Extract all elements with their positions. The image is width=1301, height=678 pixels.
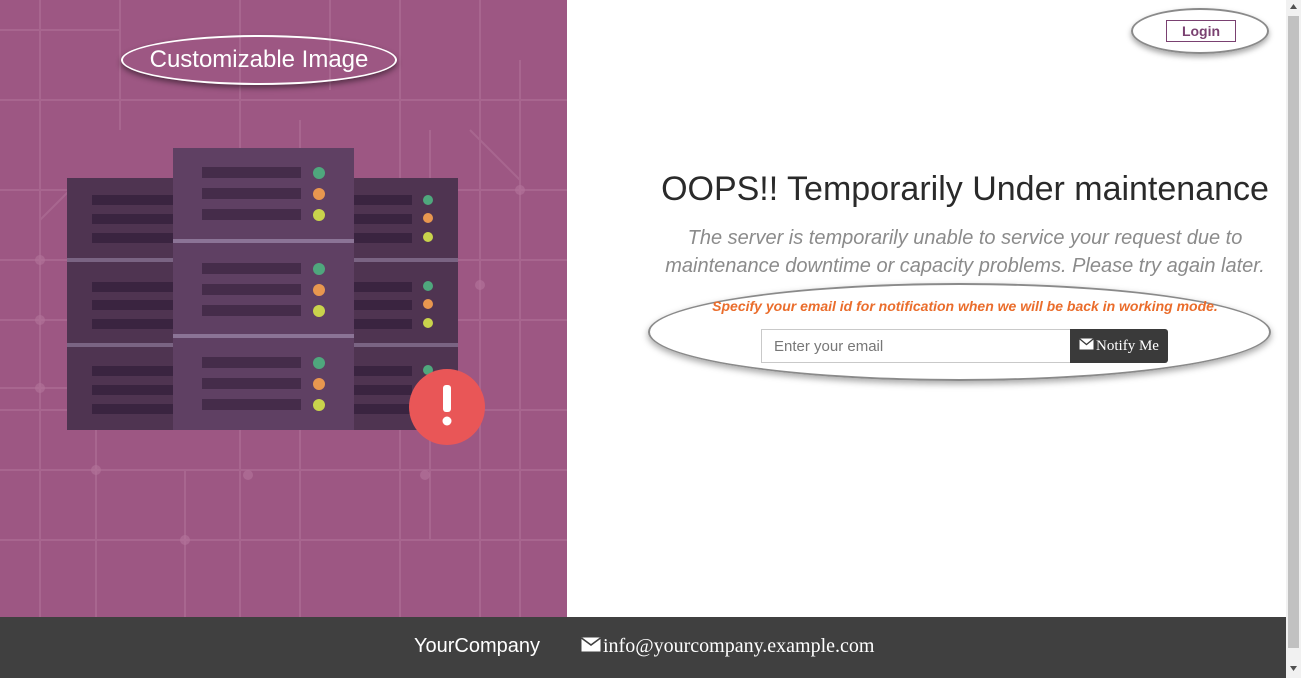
notify-hint: Specify your email id for notification w… bbox=[712, 298, 1218, 314]
footer-company-name: YourCompany bbox=[414, 635, 541, 657]
envelope-icon bbox=[581, 636, 601, 657]
footer-contact[interactable]: info@yourcompany.example.com bbox=[581, 635, 874, 658]
page-title: OOPS!! Temporarily Under maintenance bbox=[661, 170, 1269, 208]
customizable-image-label: Customizable Image bbox=[149, 46, 369, 73]
login-button[interactable]: Login bbox=[1166, 20, 1236, 42]
scrollbar-thumb[interactable] bbox=[1288, 16, 1299, 648]
notify-me-label: Notify Me bbox=[1096, 337, 1159, 354]
envelope-icon bbox=[1079, 337, 1094, 355]
maintenance-message: The server is temporarily unable to serv… bbox=[665, 227, 1265, 277]
customizable-image-callout: Customizable Image bbox=[121, 35, 397, 85]
customizable-image-panel: Customizable Image bbox=[0, 0, 567, 617]
footer: YourCompany info@yourcompany.example.com bbox=[0, 617, 1286, 678]
scroll-up-arrow-icon[interactable] bbox=[1290, 4, 1297, 9]
notify-me-button[interactable]: Notify Me bbox=[1070, 329, 1168, 363]
scroll-down-arrow-icon[interactable] bbox=[1290, 666, 1297, 671]
server-rack-illustration bbox=[67, 148, 485, 445]
email-field[interactable] bbox=[761, 329, 1071, 363]
footer-email-link[interactable]: info@yourcompany.example.com bbox=[603, 635, 874, 658]
exclamation-icon bbox=[409, 369, 485, 445]
